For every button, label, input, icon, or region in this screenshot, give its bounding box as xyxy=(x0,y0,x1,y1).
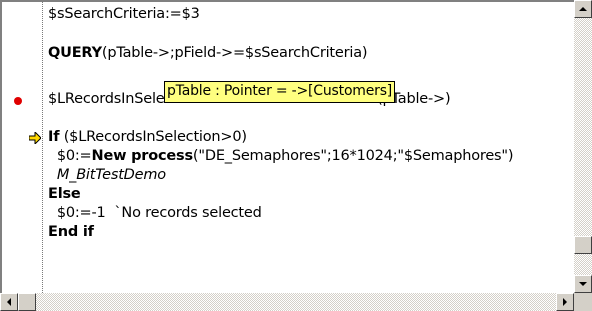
scroll-up-arrow-icon[interactable] xyxy=(574,0,592,18)
code-line-6[interactable]: M_BitTestDemo xyxy=(48,167,166,183)
vertical-scrollbar[interactable] xyxy=(574,0,592,293)
code-line-2[interactable]: QUERY(pTable->;pField->=$sSearchCriteria… xyxy=(48,45,368,61)
code-line-5[interactable]: $0:=New process("DE_Semaphores";16*1024;… xyxy=(48,148,514,164)
variable-tooltip: pTable : Pointer = ->[Customers] xyxy=(164,81,396,103)
scrollbar-corner xyxy=(574,293,592,311)
scroll-down-arrow-icon[interactable] xyxy=(574,275,592,293)
code-line-4[interactable]: If ($LRecordsInSelection>0) xyxy=(48,129,247,145)
breakpoint-dot-icon[interactable] xyxy=(14,97,22,105)
horizontal-scrollbar[interactable] xyxy=(0,293,574,311)
gutter-divider xyxy=(42,2,43,293)
code-line-1[interactable]: $sSearchCriteria:=$3 xyxy=(48,6,200,22)
code-line-9[interactable]: End if xyxy=(48,224,94,240)
code-editor-window: $sSearchCriteria:=$3 QUERY(pTable->;pFie… xyxy=(0,0,592,311)
scroll-left-arrow-icon[interactable] xyxy=(0,293,18,311)
current-line-arrow-icon xyxy=(29,132,41,144)
scroll-right-arrow-icon[interactable] xyxy=(556,293,574,311)
code-editor-pane[interactable]: $sSearchCriteria:=$3 QUERY(pTable->;pFie… xyxy=(0,0,574,293)
horizontal-scroll-thumb[interactable] xyxy=(18,293,36,311)
code-line-7[interactable]: Else xyxy=(48,186,81,202)
vertical-scroll-thumb[interactable] xyxy=(574,236,592,254)
code-line-8[interactable]: $0:=-1 `No records selected xyxy=(48,205,262,221)
